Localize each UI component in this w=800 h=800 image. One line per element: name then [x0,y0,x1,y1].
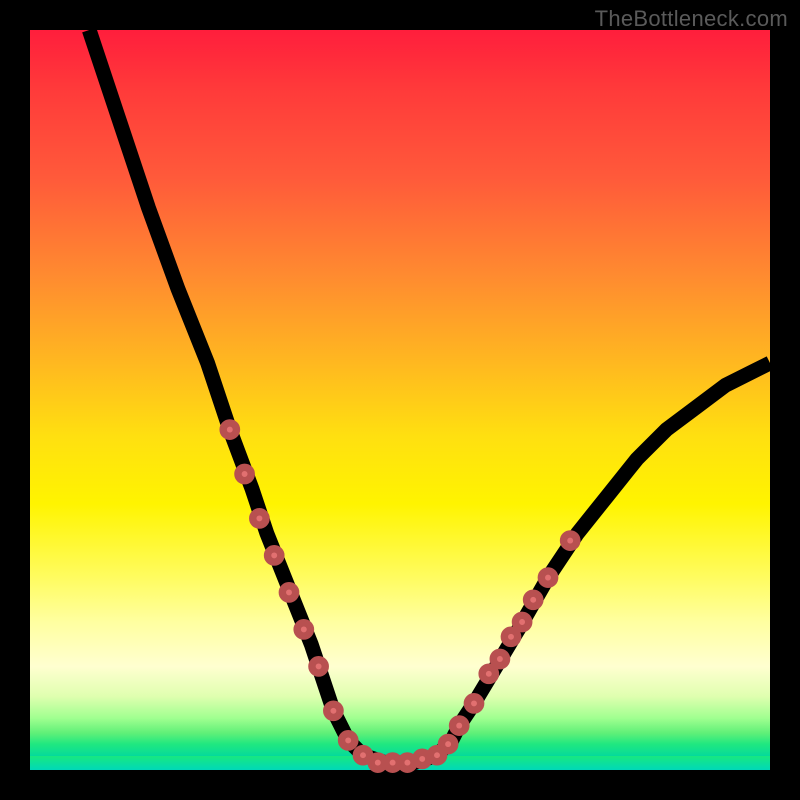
curve-dot [268,549,281,562]
curve-dot [327,704,340,717]
curve-dot [527,593,540,606]
curve-dot [282,586,295,599]
curve-svg [30,30,770,770]
curve-dot [541,571,554,584]
curve-dot [253,512,266,525]
curve-dot [441,737,454,750]
curve-dot [515,615,528,628]
bottleneck-curve [89,30,770,763]
curve-dot [564,534,577,547]
curve-dot [482,667,495,680]
curve-dot [312,660,325,673]
curve-dot [297,623,310,636]
watermark-text: TheBottleneck.com [595,6,788,32]
chart-frame: TheBottleneck.com [0,0,800,800]
plot-area [30,30,770,770]
curve-dot [467,697,480,710]
curve-dot [342,734,355,747]
curve-dot [223,423,236,436]
curve-dots-group [223,423,577,769]
curve-dot [356,749,369,762]
curve-dot [504,630,517,643]
curve-dot [493,652,506,665]
curve-dot [453,719,466,732]
curve-dot [238,467,251,480]
